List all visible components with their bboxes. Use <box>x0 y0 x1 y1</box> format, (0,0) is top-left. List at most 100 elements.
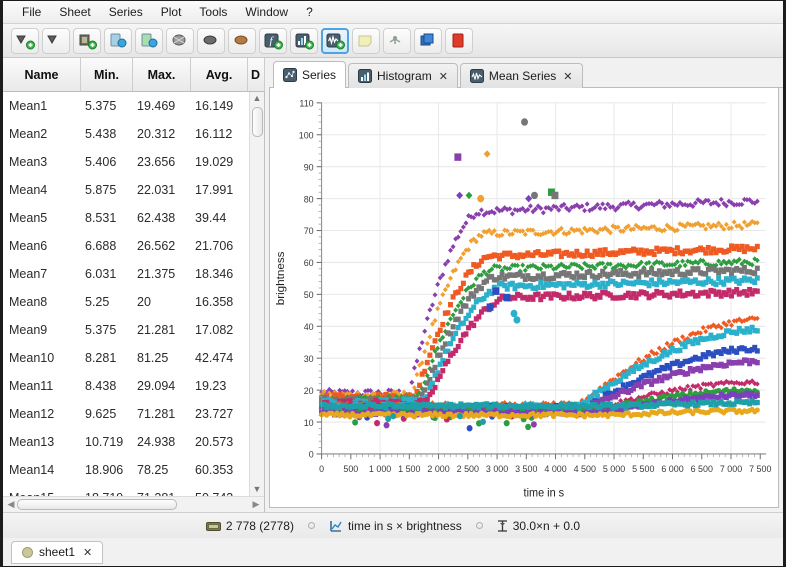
add-mean-series-icon[interactable] <box>321 27 349 54</box>
horizontal-scroll-thumb[interactable] <box>17 499 177 510</box>
svg-text:110: 110 <box>299 98 313 108</box>
svg-text:100: 100 <box>299 130 314 140</box>
menu-item-[interactable]: ? <box>297 3 322 21</box>
table-header-max[interactable]: Max. <box>133 58 191 91</box>
filter-series-icon[interactable] <box>166 27 194 54</box>
table-row[interactable]: Mean15.37519.46916.1491 <box>3 92 249 120</box>
add-function-icon[interactable]: f <box>259 27 287 54</box>
table-horizontal-scrollbar[interactable]: ◀ ▶ <box>3 496 264 512</box>
svg-text:2 000: 2 000 <box>427 464 449 474</box>
table-row[interactable]: Mean58.53162.43839.442 <box>3 204 249 232</box>
toolbar: f <box>3 24 783 58</box>
export-data-icon[interactable] <box>42 27 70 54</box>
tab-mean-series[interactable]: Mean Series ✕ <box>459 63 583 88</box>
table-row[interactable]: Mean45.87522.03117.9912 <box>3 176 249 204</box>
table-cell: 6.688 <box>85 239 117 253</box>
table-cell: 19.029 <box>195 155 234 169</box>
table-header-d[interactable]: D <box>248 58 265 91</box>
table-cell: 39.44 <box>195 211 227 225</box>
add-histogram-icon[interactable] <box>290 27 318 54</box>
scale-label: 30.0×n + 0.0 <box>512 518 581 533</box>
table-row[interactable]: Mean129.62571.28123.7279 <box>3 400 249 428</box>
x-axis-label: time in s <box>524 487 565 499</box>
svg-text:6 000: 6 000 <box>661 464 683 474</box>
table-body-wrapper: Mean15.37519.46916.1491Mean25.43820.3121… <box>3 92 264 496</box>
select-series-icon[interactable] <box>197 27 225 54</box>
table-row[interactable]: Mean1518.71971.28150.7431 <box>3 484 249 496</box>
tab-close-icon[interactable]: ✕ <box>563 70 572 83</box>
menu-item-tools[interactable]: Tools <box>190 3 236 21</box>
table-cell: Mean3 <box>9 155 48 169</box>
red-stop-icon[interactable] <box>445 27 473 54</box>
table-row[interactable]: Mean1418.90678.2560.3532 <box>3 456 249 484</box>
svg-text:40: 40 <box>304 322 314 332</box>
import-data-icon[interactable] <box>11 27 39 54</box>
scroll-up-icon[interactable]: ▲ <box>253 92 262 105</box>
table-cell: 5.375 <box>85 99 117 113</box>
scatter-plot-svg[interactable]: 0 10 20 30 40 50 60 70 80 90 100 110 0 500 1 000 1 500 2… <box>270 88 778 507</box>
table-cell: 17.082 <box>195 323 234 337</box>
table-cell: 16.149 <box>195 99 234 113</box>
scroll-left-icon[interactable]: ◀ <box>5 499 17 510</box>
menu-item-window[interactable]: Window <box>236 3 297 21</box>
table-header-avg[interactable]: Avg. <box>191 58 248 91</box>
menu-item-sheet[interactable]: Sheet <box>50 3 99 21</box>
table-header-name[interactable]: Name <box>3 58 81 91</box>
table-cell: 18.906 <box>85 463 124 477</box>
paste-sheet-icon[interactable] <box>135 27 163 54</box>
svg-text:5 500: 5 500 <box>632 464 654 474</box>
table-cell: 8.438 <box>85 379 117 393</box>
table-body[interactable]: Mean15.37519.46916.1491Mean25.43820.3121… <box>3 92 249 496</box>
menu-item-series[interactable]: Series <box>100 3 152 21</box>
table-row[interactable]: Mean1310.71924.93820.5731 <box>3 428 249 456</box>
svg-text:1 500: 1 500 <box>398 464 420 474</box>
svg-text:80: 80 <box>304 194 314 204</box>
menu-item-plot[interactable]: Plot <box>152 3 191 21</box>
table-cell: 21.375 <box>137 267 176 281</box>
copy-sheet-icon[interactable] <box>104 27 132 54</box>
table-row[interactable]: Mean25.43820.31216.1121 <box>3 120 249 148</box>
table-cell: 81.25 <box>137 351 169 365</box>
table-cell: 50.743 <box>191 491 248 496</box>
blue-layer-icon[interactable] <box>414 27 442 54</box>
table-row[interactable]: Mean95.37521.28117.0822 <box>3 316 249 344</box>
tab-close-icon[interactable]: ✕ <box>439 70 448 83</box>
table-cell: Mean9 <box>9 323 48 337</box>
table-row[interactable]: Mean108.28181.2542.4742 <box>3 344 249 372</box>
tab-series[interactable]: Series <box>273 61 347 88</box>
table-cell: Mean6 <box>9 239 48 253</box>
table-cell: 23.727 <box>195 407 234 421</box>
table-cell: 10.719 <box>85 435 124 449</box>
table-row[interactable]: Mean76.03121.37518.3462 <box>3 260 249 288</box>
bar-chart-icon <box>358 69 373 83</box>
scroll-right-icon[interactable]: ▶ <box>250 499 262 510</box>
table-row[interactable]: Mean85.252016.3581 <box>3 288 249 316</box>
table-row[interactable]: Mean118.43829.09419.233 <box>3 372 249 400</box>
svg-text:20: 20 <box>304 386 314 396</box>
table-header-min[interactable]: Min. <box>81 58 133 91</box>
settings-icon[interactable] <box>383 27 411 54</box>
table-cell: 78.25 <box>137 463 169 477</box>
horizontal-scroll-track[interactable] <box>17 499 250 510</box>
table-cell: 19.469 <box>137 99 176 113</box>
add-sheet-icon[interactable] <box>73 27 101 54</box>
table-row[interactable]: Mean66.68826.56221.7063 <box>3 232 249 260</box>
sheet-color-icon <box>22 546 33 558</box>
table-cell: Mean15 <box>3 491 81 496</box>
tab-histogram[interactable]: Histogram ✕ <box>348 63 458 88</box>
scroll-down-icon[interactable]: ▼ <box>253 483 262 496</box>
scatter-plot-icon <box>283 68 297 82</box>
note-icon[interactable] <box>352 27 380 54</box>
table-cell: Mean13 <box>9 435 55 449</box>
table-vertical-scrollbar[interactable]: ▲ ▼ <box>249 92 264 496</box>
remove-series-icon[interactable] <box>228 27 256 54</box>
table-cell: 20.573 <box>195 435 234 449</box>
table-cell: 22.031 <box>137 183 176 197</box>
table-row[interactable]: Mean35.40623.65619.0293 <box>3 148 249 176</box>
svg-text:90: 90 <box>304 162 314 172</box>
sheet-tab-sheet1[interactable]: sheet1 ✕ <box>11 540 104 564</box>
menu-item-file[interactable]: File <box>13 3 50 21</box>
sheet-close-icon[interactable]: ✕ <box>83 546 92 559</box>
plot-area[interactable]: 0 10 20 30 40 50 60 70 80 90 100 110 0 500 1 000 1 500 2… <box>269 88 779 508</box>
vertical-scroll-thumb[interactable] <box>251 107 263 137</box>
